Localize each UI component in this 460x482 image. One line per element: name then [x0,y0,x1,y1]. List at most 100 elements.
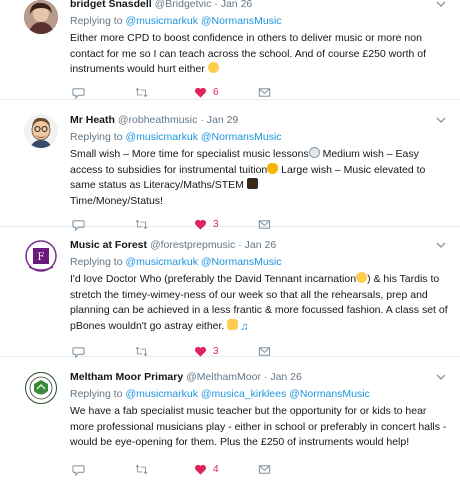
user-handle[interactable]: @MelthamMoor [186,371,261,383]
tweet-header: bridget Snasdell @Bridgetvic · Jan 26 [70,0,448,13]
tweet-line: same status as Literacy/Maths/STEM [70,178,448,194]
avatar[interactable] [24,0,58,34]
reply-button[interactable] [72,84,85,100]
separator: · [263,371,268,383]
chevron-down-icon[interactable] [434,238,448,252]
user-handle[interactable]: @robheathmusic [118,114,198,126]
tweet[interactable]: F Music at Forest @forestprepmusic · Jan… [0,227,460,358]
tweet-actions: 6 [70,84,370,100]
tweet[interactable]: Mr Heath @robheathmusic · Jan 29 Replyin… [0,100,460,231]
retweet-icon [135,346,148,356]
avatar[interactable] [24,371,58,405]
tweet-line: Time/Money/Status! [70,194,163,207]
display-name[interactable]: Meltham Moor Primary [70,371,183,383]
tweet-line-text: Large wish – Music elevated to [278,163,426,176]
svg-text:F: F [38,252,45,263]
reply-button[interactable] [72,461,85,477]
replying-to: Replying to @musicmarkuk @musica_kirklee… [70,386,448,402]
separator: · [238,239,242,251]
tweet-text: I'd love Doctor Who (preferably the Davi… [70,272,448,334]
mention-link[interactable]: @musicmarkuk [125,15,198,27]
mention-link[interactable]: @musicmarkuk [125,388,198,400]
user-handle[interactable]: @Bridgetvic [155,0,212,10]
reply-icon [72,346,85,358]
tweet-actions: 4 [70,461,370,477]
tweet-date[interactable]: Jan 26 [270,371,302,383]
like-count: 3 [213,345,219,357]
tweet-line: would be eye-opening for them. Plus the … [70,436,410,448]
laughing-emoji-icon [207,62,219,73]
display-name[interactable]: Mr Heath [70,114,115,126]
retweet-button[interactable] [135,84,148,100]
clock-emoji-icon [308,147,320,158]
tweet-line: I'd love Doctor Who (preferably the Davi… [70,272,448,288]
tweet-text: Small wish – More time for specialist mu… [70,147,448,209]
tweet-line-text: ) & his Tardis to [367,273,440,285]
like-count: 4 [213,463,219,475]
replying-label: Replying to [70,388,123,400]
replying-to: Replying to @musicmarkuk @NormansMusic [70,254,448,270]
avatar[interactable]: F [24,239,58,273]
tweet-header: Music at Forest @forestprepmusic · Jan 2… [70,237,448,254]
wink-emoji-icon [356,272,368,283]
like-button[interactable]: 4 [194,461,219,477]
chevron-down-icon[interactable] [434,0,448,11]
tweet-header: Mr Heath @robheathmusic · Jan 29 [70,112,448,129]
heart-icon [194,464,207,475]
mention-link[interactable]: @NormansMusic [201,131,282,143]
tweet[interactable]: Meltham Moor Primary @MelthamMoor · Jan … [0,357,460,482]
replying-label: Replying to [70,15,123,27]
envelope-icon [258,464,271,474]
tweet[interactable]: bridget Snasdell @Bridgetvic · Jan 26 Re… [0,0,460,100]
tweet-text: We have a fab specialist music teacher b… [70,404,448,451]
envelope-icon [258,87,271,97]
tweet-line-text: Small wish – More time for specialist mu… [70,148,309,160]
tweet-line: Either more CPD to boost confidence in o… [70,32,422,44]
tweet-line: Small wish – More time for specialist mu… [70,147,448,163]
tweet-line: pBones wouldn't go astray either. ♫ [70,318,448,335]
tweet-date[interactable]: Jan 26 [245,239,277,251]
like-count: 6 [213,86,219,98]
tweet-line: planning can be achieved in a less frant… [70,304,448,316]
mention-link[interactable]: @musicmarkuk [125,256,198,268]
retweet-icon [135,87,148,97]
tweet-text: Either more CPD to boost confidence in o… [70,31,448,78]
user-handle[interactable]: @forestprepmusic [150,239,235,251]
like-button[interactable]: 6 [194,84,219,100]
replying-to: Replying to @musicmarkuk @NormansMusic [70,13,448,29]
separator: · [214,0,218,10]
tweet-line-text: I'd love Doctor Who (preferably the Davi… [70,273,357,285]
money-bag-emoji-icon [267,162,279,174]
chevron-down-icon[interactable] [434,370,448,384]
tweet-header: Meltham Moor Primary @MelthamMoor · Jan … [70,369,448,386]
dm-button[interactable] [258,84,271,100]
retweet-icon [135,464,148,474]
tweet-date[interactable]: Jan 26 [221,0,253,10]
mention-link[interactable]: @NormansMusic [289,388,370,400]
tweet-line: We have a fab specialist music teacher b… [70,405,427,417]
fingers-crossed-emoji-icon [227,318,239,330]
music-notes-emoji-icon: ♫ [240,320,249,333]
reply-icon [72,464,85,476]
graduate-emoji-icon [246,178,258,189]
tweet-line-text: same status as Literacy/Maths/STEM [70,179,244,191]
tweet-date[interactable]: Jan 29 [207,114,239,126]
mention-link[interactable]: @NormansMusic [201,15,282,27]
chevron-down-icon[interactable] [434,113,448,127]
mention-link[interactable]: @NormansMusic [201,256,282,268]
separator: · [200,114,204,126]
reply-icon [72,87,85,99]
tweet-line-text: instruments would hurt either [70,63,205,75]
tweet-line: more professional musicians play - eithe… [70,420,447,433]
avatar[interactable] [24,114,58,148]
display-name[interactable]: Music at Forest [70,239,147,251]
dm-button[interactable] [258,461,271,477]
display-name[interactable]: bridget Snasdell [70,0,152,10]
heart-icon [194,346,207,357]
mention-link[interactable]: @musica_kirklees [201,388,286,400]
retweet-button[interactable] [135,461,148,477]
replying-to: Replying to @musicmarkuk @NormansMusic [70,129,448,145]
replying-label: Replying to [70,131,123,143]
heart-icon [194,87,207,98]
mention-link[interactable]: @musicmarkuk [125,131,198,143]
